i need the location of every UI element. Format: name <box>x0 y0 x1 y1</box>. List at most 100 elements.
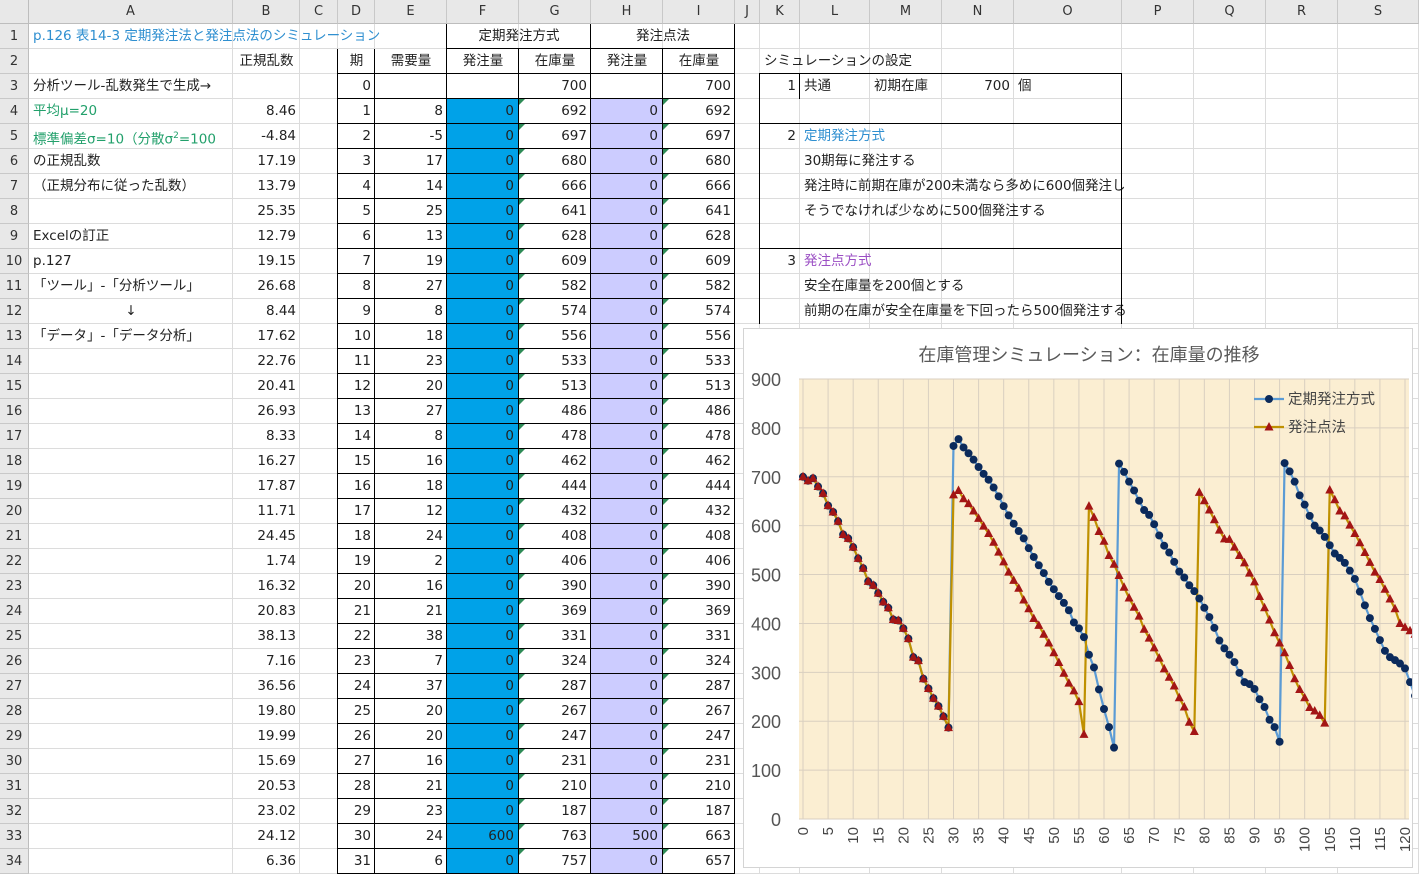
grid-cell[interactable] <box>1122 124 1194 149</box>
row-header-4[interactable]: 4 <box>0 99 29 124</box>
grid-cell[interactable] <box>29 724 233 749</box>
period[interactable]: 0 <box>338 74 375 99</box>
stock-teiki[interactable]: 692 <box>519 99 591 124</box>
grid-cell[interactable] <box>1194 149 1266 174</box>
select-all-corner[interactable] <box>0 0 29 24</box>
row-header-5[interactable]: 5 <box>0 124 29 149</box>
stock-hatchu[interactable]: 574 <box>663 299 735 324</box>
period[interactable]: 23 <box>338 649 375 674</box>
period[interactable]: 25 <box>338 699 375 724</box>
row-header-11[interactable]: 11 <box>0 274 29 299</box>
period[interactable]: 12 <box>338 374 375 399</box>
demand[interactable]: 20 <box>375 374 447 399</box>
settings-common[interactable]: 共通 <box>800 74 870 99</box>
demand[interactable]: 8 <box>375 299 447 324</box>
grid-cell[interactable] <box>1014 24 1122 49</box>
grid-cell[interactable] <box>1338 99 1419 124</box>
note-mean[interactable]: 平均μ=20 <box>29 99 233 124</box>
row-header-15[interactable]: 15 <box>0 374 29 399</box>
order-qty-hatchu[interactable]: 0 <box>591 349 663 374</box>
stock-hatchu[interactable]: 390 <box>663 574 735 599</box>
column-header-e[interactable]: E <box>375 0 447 24</box>
grid-cell[interactable] <box>300 224 338 249</box>
grid-cell[interactable] <box>29 574 233 599</box>
period[interactable]: 19 <box>338 549 375 574</box>
order-qty-hatchu[interactable]: 0 <box>591 199 663 224</box>
demand[interactable]: 16 <box>375 749 447 774</box>
header-hatchuryo-teiki[interactable]: 発注量 <box>447 49 519 74</box>
demand[interactable]: 21 <box>375 774 447 799</box>
random-value[interactable]: 19.99 <box>233 724 300 749</box>
order-qty-teiki[interactable]: 0 <box>447 849 519 874</box>
random-value[interactable]: 20.83 <box>233 599 300 624</box>
random-value[interactable]: 26.93 <box>233 399 300 424</box>
grid-cell[interactable] <box>300 299 338 324</box>
column-header-r[interactable]: R <box>1266 0 1338 24</box>
grid-cell[interactable] <box>233 74 300 99</box>
grid-cell[interactable] <box>760 274 800 299</box>
demand[interactable]: 25 <box>375 199 447 224</box>
demand[interactable]: 18 <box>375 324 447 349</box>
stock-teiki[interactable]: 210 <box>519 774 591 799</box>
stock-hatchu[interactable]: 582 <box>663 274 735 299</box>
grid-cell[interactable] <box>760 24 800 49</box>
period[interactable]: 20 <box>338 574 375 599</box>
grid-cell[interactable] <box>870 224 942 249</box>
grid-cell[interactable] <box>29 399 233 424</box>
random-value[interactable]: 8.33 <box>233 424 300 449</box>
stock-hatchu[interactable]: 609 <box>663 249 735 274</box>
grid-cell[interactable] <box>1194 249 1266 274</box>
order-qty-teiki[interactable]: 0 <box>447 449 519 474</box>
demand[interactable]: 20 <box>375 724 447 749</box>
order-qty-teiki[interactable]: 0 <box>447 424 519 449</box>
stock-hatchu[interactable]: 663 <box>663 824 735 849</box>
grid-cell[interactable] <box>29 524 233 549</box>
order-qty-hatchu[interactable]: 0 <box>591 399 663 424</box>
random-value[interactable]: 36.56 <box>233 674 300 699</box>
period[interactable]: 3 <box>338 149 375 174</box>
grid-cell[interactable] <box>29 699 233 724</box>
random-value[interactable]: 8.44 <box>233 299 300 324</box>
note-normal-dist[interactable]: （正規分布に従った乱数） <box>29 174 233 199</box>
grid-cell[interactable] <box>870 99 942 124</box>
demand[interactable]: 6 <box>375 849 447 874</box>
grid-cell[interactable] <box>1194 224 1266 249</box>
grid-cell[interactable] <box>1014 99 1122 124</box>
grid-cell[interactable] <box>29 624 233 649</box>
note-arrow[interactable]: ↓ <box>29 299 233 324</box>
order-qty-teiki[interactable]: 0 <box>447 299 519 324</box>
random-value[interactable]: 20.53 <box>233 774 300 799</box>
grid-cell[interactable] <box>300 349 338 374</box>
grid-cell[interactable] <box>760 174 800 199</box>
row-header-24[interactable]: 24 <box>0 599 29 624</box>
grid-cell[interactable] <box>300 474 338 499</box>
stock-hatchu[interactable]: 486 <box>663 399 735 424</box>
grid-cell[interactable] <box>1338 174 1419 199</box>
random-value[interactable]: 22.76 <box>233 349 300 374</box>
grid-cell[interactable] <box>1266 49 1338 74</box>
note-page[interactable]: p.127 <box>29 249 233 274</box>
period[interactable]: 13 <box>338 399 375 424</box>
demand[interactable]: 20 <box>375 699 447 724</box>
grid-cell[interactable] <box>300 49 338 74</box>
row-header-8[interactable]: 8 <box>0 199 29 224</box>
random-value[interactable]: 24.12 <box>233 824 300 849</box>
period[interactable]: 1 <box>338 99 375 124</box>
period[interactable]: 5 <box>338 199 375 224</box>
grid-cell[interactable] <box>1194 174 1266 199</box>
order-qty-hatchu[interactable]: 0 <box>591 849 663 874</box>
order-qty-teiki[interactable]: 0 <box>447 474 519 499</box>
grid-cell[interactable] <box>300 99 338 124</box>
grid-cell[interactable] <box>1266 199 1338 224</box>
grid-cell[interactable] <box>735 24 760 49</box>
grid-cell[interactable] <box>735 299 760 324</box>
row-header-25[interactable]: 25 <box>0 624 29 649</box>
settings-teiki-line3[interactable]: そうでなければ少なめに500個発注する <box>800 199 1046 224</box>
column-header-f[interactable]: F <box>447 0 519 24</box>
row-header-9[interactable]: 9 <box>0 224 29 249</box>
grid-cell[interactable] <box>29 674 233 699</box>
grid-cell[interactable] <box>1266 249 1338 274</box>
grid-cell[interactable] <box>300 74 338 99</box>
grid-cell[interactable] <box>1266 149 1338 174</box>
column-header-q[interactable]: Q <box>1194 0 1266 24</box>
